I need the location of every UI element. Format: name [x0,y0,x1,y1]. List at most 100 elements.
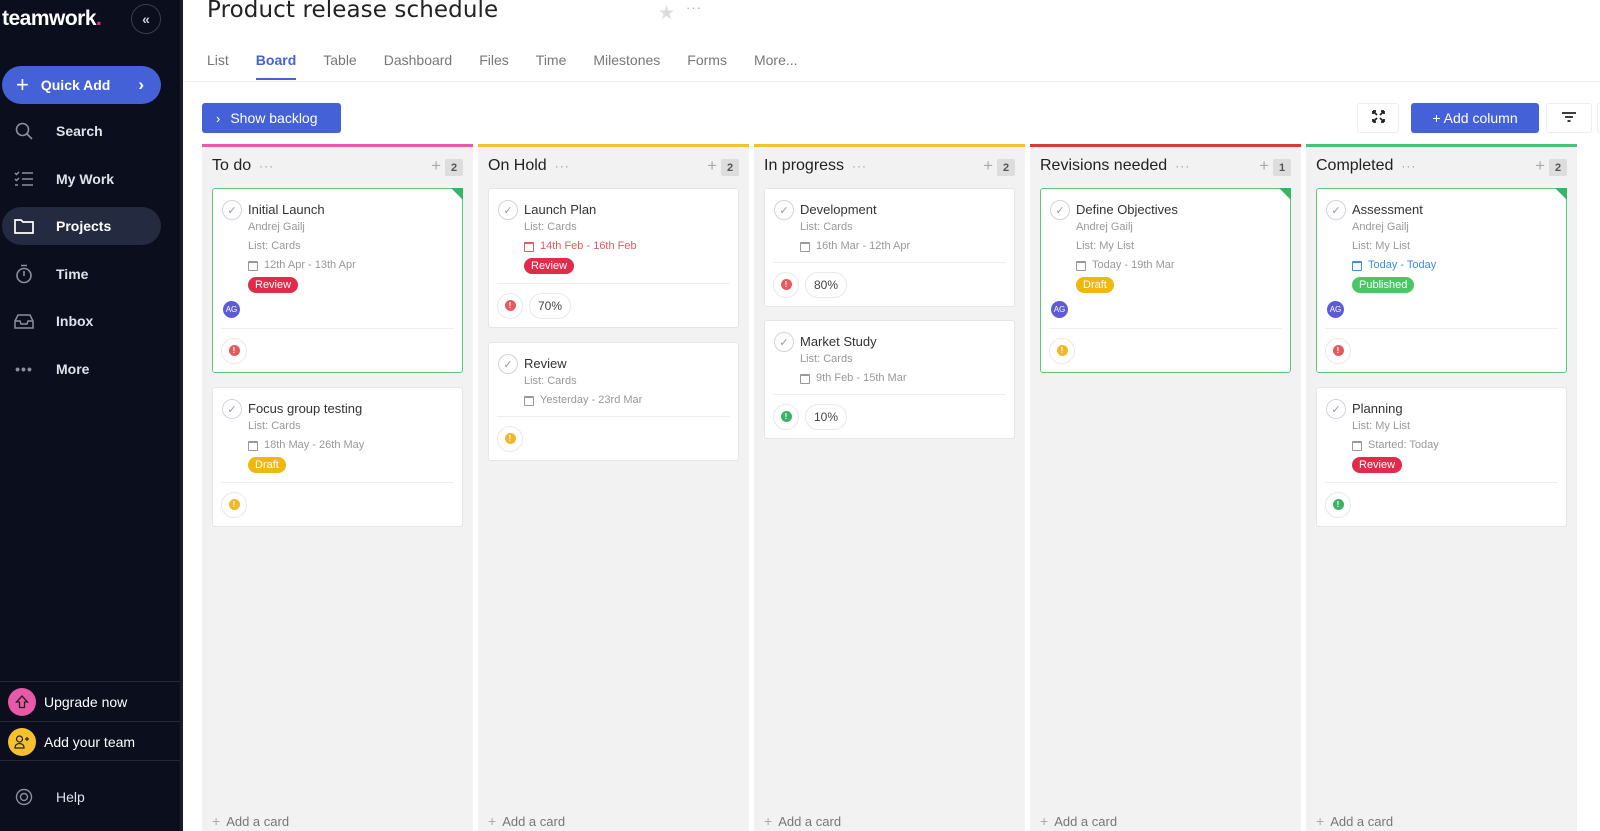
task-card[interactable]: ✓ Assessment Andrej Gailj List: My List Toda… [1316,188,1567,373]
tab-dashboard[interactable]: Dashboard [384,52,453,80]
sidebar-item-label: Time [56,266,89,282]
complete-checkbox-icon[interactable]: ✓ [498,200,518,220]
column-count-badge: 1 [1273,159,1291,176]
progress-badge[interactable]: 80% [805,271,848,298]
task-card[interactable]: ✓ Initial Launch Andrej Gailj List: Cards 12… [212,188,463,373]
priority-button[interactable]: ! [773,271,799,298]
tab-list[interactable]: List [207,52,229,80]
tab-more[interactable]: More... [754,52,798,80]
add-card-button[interactable]: + Add a card [212,813,289,829]
add-card-plus-icon[interactable]: + [1259,156,1269,176]
card-date: Yesterday - 23rd Mar [524,391,728,410]
priority-button[interactable]: ! [221,491,247,518]
column-menu-icon[interactable]: ··· [1175,159,1190,173]
sidebar-item-my-work[interactable]: My Work [2,160,161,198]
task-card[interactable]: ✓ Development List: Cards 16th Mar - 12th A… [764,188,1015,307]
sidebar-item-more[interactable]: ••• More [2,350,161,388]
add-card-button[interactable]: + Add a card [488,813,565,829]
sidebar-item-projects[interactable]: Projects [2,207,161,245]
card-date: 14th Feb - 16th Feb [524,237,728,256]
status-tag[interactable]: Published [1352,277,1415,293]
column-count-badge: 2 [997,159,1015,176]
column-title: To do [212,157,252,174]
calendar-icon [524,241,534,252]
add-card-button[interactable]: + Add a card [1040,813,1117,829]
task-card[interactable]: ✓ Review List: Cards Yesterday - 23rd Mar! [488,342,739,461]
tab-forms[interactable]: Forms [687,52,727,80]
priority-button[interactable]: ! [1325,337,1351,364]
tab-time[interactable]: Time [536,52,567,80]
complete-checkbox-icon[interactable]: ✓ [774,332,794,352]
task-card[interactable]: ✓ Define Objectives Andrej Gailj List: My L… [1040,188,1291,373]
status-tag[interactable]: Draft [248,457,286,473]
status-tag[interactable]: Review [524,258,575,274]
add-card-button[interactable]: + Add a card [1316,813,1393,829]
column-menu-icon[interactable]: ··· [555,159,570,173]
priority-button[interactable]: ! [497,425,523,452]
card-title: Planning [1352,401,1403,416]
progress-badge[interactable]: 10% [805,403,848,430]
add-card-plus-icon[interactable]: + [431,156,441,176]
card-date-text: Today - Today [1368,259,1437,271]
status-tag[interactable]: Review [1352,457,1403,473]
tab-board[interactable]: Board [255,52,297,80]
card-assignee: Andrej Gailj [248,221,305,233]
add-card-plus-icon[interactable]: + [707,156,717,176]
complete-checkbox-icon[interactable]: ✓ [222,200,242,220]
add-your-team-link[interactable]: Add your team [8,726,135,758]
status-tag[interactable]: Draft [1076,277,1114,293]
card-date-text: 18th May - 26th May [264,439,365,451]
priority-button[interactable]: ! [1325,491,1351,518]
complete-checkbox-icon[interactable]: ✓ [1050,200,1070,220]
complete-checkbox-icon[interactable]: ✓ [1326,399,1346,419]
tabs-divider [183,81,1600,82]
column-count-badge: 2 [1549,159,1567,176]
fullscreen-button[interactable] [1357,103,1399,133]
avatar[interactable]: AG [223,300,240,318]
teamwork-logo[interactable]: teamwork. [2,7,102,31]
priority-high-icon: ! [1332,345,1344,356]
task-card[interactable]: ✓ Launch Plan List: Cards 14th Feb - 16th F… [488,188,739,328]
tab-table[interactable]: Table [323,52,356,80]
complete-checkbox-icon[interactable]: ✓ [1326,200,1346,220]
complete-checkbox-icon[interactable]: ✓ [222,399,242,419]
show-backlog-button[interactable]: › Show backlog [202,103,341,133]
quick-add-button[interactable]: + Quick Add › [2,66,161,104]
add-card-button[interactable]: + Add a card [764,813,841,829]
column-menu-icon[interactable]: ··· [1401,159,1416,173]
task-card[interactable]: ✓ Planning List: My List Started: Today Revi… [1316,387,1567,527]
sidebar-item-time[interactable]: Time [2,255,161,293]
priority-button[interactable]: ! [497,292,523,319]
filter-button[interactable] [1546,103,1592,133]
tab-files[interactable]: Files [479,52,509,80]
priority-button[interactable]: ! [1049,337,1075,364]
tab-milestones[interactable]: Milestones [593,52,660,80]
avatar[interactable]: AG [1327,300,1344,318]
priority-low-icon: ! [780,411,792,422]
progress-badge[interactable]: 70% [529,292,572,319]
column-menu-icon[interactable]: ··· [852,159,867,173]
sidebar-item-search[interactable]: Search [2,112,161,150]
task-card[interactable]: ✓ Market Study List: Cards 9th Feb - 15th M… [764,320,1015,439]
complete-checkbox-icon[interactable]: ✓ [498,354,518,374]
complete-checkbox-icon[interactable]: ✓ [774,200,794,220]
add-card-plus-icon[interactable]: + [1535,156,1545,176]
calendar-icon [800,373,810,384]
project-more-icon[interactable]: ··· [686,0,702,15]
sidebar-item-help[interactable]: Help [2,778,161,816]
column-menu-icon[interactable]: ··· [259,159,274,173]
star-icon[interactable]: ★ [658,2,675,25]
page-title: Product release schedule [207,0,499,23]
task-card[interactable]: ✓ Focus group testing List: Cards 18th May … [212,387,463,527]
calendar-icon [800,241,810,252]
upgrade-now-link[interactable]: Upgrade now [8,686,127,718]
board-column: On Hold ··· +2 ✓ Launch Plan List: Cards 14th … [478,144,749,831]
add-column-button[interactable]: + Add column [1411,103,1539,133]
priority-button[interactable]: ! [221,337,247,364]
add-card-plus-icon[interactable]: + [983,156,993,176]
avatar[interactable]: AG [1051,300,1068,318]
priority-button[interactable]: ! [773,403,799,430]
collapse-sidebar-button[interactable]: « [131,4,161,34]
sidebar-item-inbox[interactable]: Inbox [2,302,161,340]
status-tag[interactable]: Review [248,277,299,293]
